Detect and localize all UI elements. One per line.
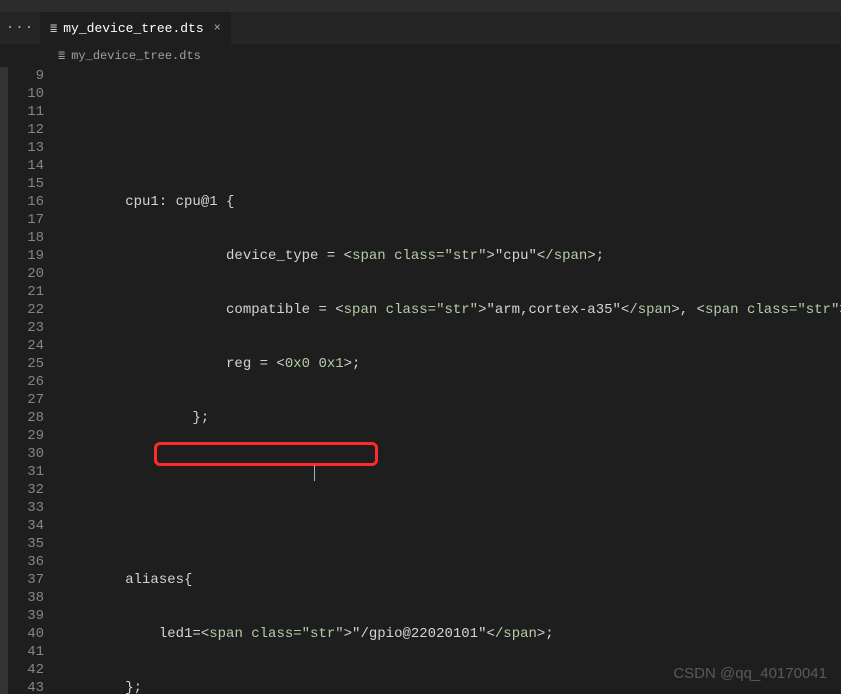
watermark: CSDN @qq_40170041 bbox=[673, 665, 827, 682]
close-icon[interactable]: × bbox=[214, 21, 221, 35]
line-number: 11 bbox=[8, 103, 44, 121]
line-number: 38 bbox=[8, 589, 44, 607]
file-icon: ≣ bbox=[50, 21, 57, 36]
line-number: 16 bbox=[8, 193, 44, 211]
code-line bbox=[58, 517, 841, 535]
line-number: 17 bbox=[8, 211, 44, 229]
line-number: 9 bbox=[8, 67, 44, 85]
line-number: 21 bbox=[8, 283, 44, 301]
line-number: 35 bbox=[8, 535, 44, 553]
code-line: aliases{ bbox=[58, 571, 841, 589]
line-number: 20 bbox=[8, 265, 44, 283]
line-number: 33 bbox=[8, 499, 44, 517]
line-number: 27 bbox=[8, 391, 44, 409]
line-number: 25 bbox=[8, 355, 44, 373]
editor-tab[interactable]: ≣ my_device_tree.dts × bbox=[40, 12, 231, 44]
line-number: 40 bbox=[8, 625, 44, 643]
line-number: 42 bbox=[8, 661, 44, 679]
tab-bar: ··· ≣ my_device_tree.dts × bbox=[0, 12, 841, 44]
line-number: 41 bbox=[8, 643, 44, 661]
line-number: 31 bbox=[8, 463, 44, 481]
code-area[interactable]: cpu1: cpu@1 { device_type = <span class=… bbox=[58, 67, 841, 694]
line-number: 18 bbox=[8, 229, 44, 247]
line-number: 13 bbox=[8, 139, 44, 157]
line-gutter: 9101112131415161718192021222324252627282… bbox=[8, 67, 58, 694]
line-number: 15 bbox=[8, 175, 44, 193]
code-line: }; bbox=[58, 409, 841, 427]
line-number: 14 bbox=[8, 157, 44, 175]
line-number: 43 bbox=[8, 679, 44, 694]
line-number: 28 bbox=[8, 409, 44, 427]
code-line bbox=[58, 463, 841, 481]
line-number: 37 bbox=[8, 571, 44, 589]
main-row: 9101112131415161718192021222324252627282… bbox=[0, 67, 841, 694]
line-number: 30 bbox=[8, 445, 44, 463]
line-number: 29 bbox=[8, 427, 44, 445]
editor[interactable]: 9101112131415161718192021222324252627282… bbox=[8, 67, 841, 694]
code-line: reg = <0x0 0x1>; bbox=[58, 355, 841, 373]
line-number: 32 bbox=[8, 481, 44, 499]
line-number: 12 bbox=[8, 121, 44, 139]
line-number: 26 bbox=[8, 373, 44, 391]
breadcrumb-filename: my_device_tree.dts bbox=[71, 49, 201, 63]
code-line: compatible = <span class="str">"arm,cort… bbox=[58, 301, 841, 319]
tab-filename: my_device_tree.dts bbox=[63, 21, 203, 36]
code-line: led1=<span class="str">"/gpio@22020101"<… bbox=[58, 625, 841, 643]
line-number: 36 bbox=[8, 553, 44, 571]
window-titlebar bbox=[0, 0, 841, 12]
line-number: 24 bbox=[8, 337, 44, 355]
line-number: 23 bbox=[8, 319, 44, 337]
breadcrumb[interactable]: ≣ my_device_tree.dts bbox=[0, 44, 841, 67]
line-number: 19 bbox=[8, 247, 44, 265]
code-line bbox=[58, 139, 841, 157]
more-icon[interactable]: ··· bbox=[0, 20, 40, 36]
line-number: 34 bbox=[8, 517, 44, 535]
code-line: cpu1: cpu@1 { bbox=[58, 193, 841, 211]
line-number: 10 bbox=[8, 85, 44, 103]
line-number: 22 bbox=[8, 301, 44, 319]
file-icon: ≣ bbox=[58, 48, 65, 63]
text-cursor bbox=[314, 465, 315, 481]
line-number: 39 bbox=[8, 607, 44, 625]
activity-bar[interactable] bbox=[0, 67, 8, 694]
code-line: device_type = <span class="str">"cpu"</s… bbox=[58, 247, 841, 265]
